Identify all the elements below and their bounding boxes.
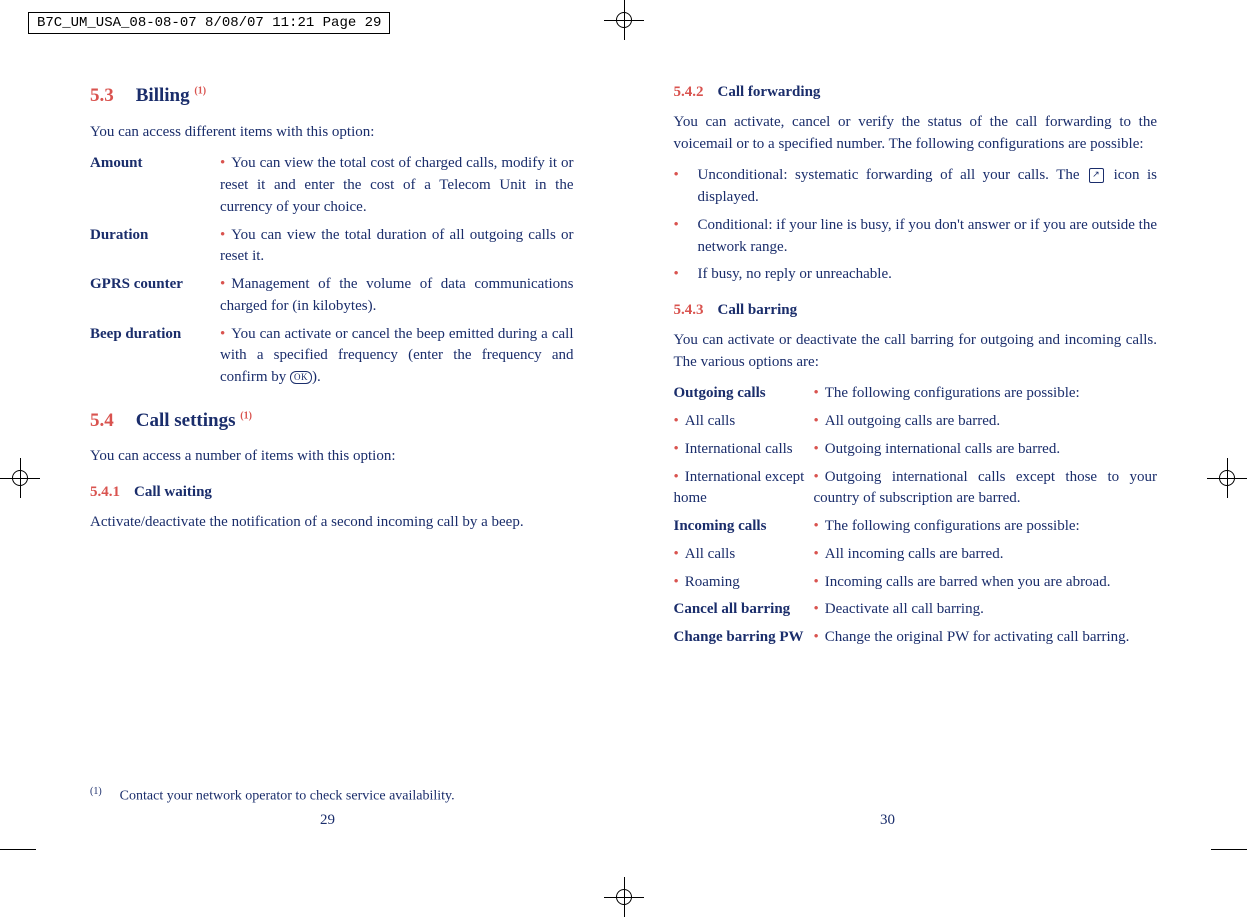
subsection-number: 5.4.3 (674, 302, 704, 318)
bullet-icon: • (674, 546, 679, 562)
definition-body: •Outgoing international calls are barred… (814, 439, 1158, 461)
definition-term: Outgoing calls (674, 383, 814, 405)
crop-line-right (1211, 849, 1247, 850)
heading-5-4: 5.4Call settings (1) (90, 407, 574, 435)
definition-term: •All calls (674, 544, 814, 566)
bullet-icon: • (220, 276, 225, 292)
registration-mark-top (604, 0, 644, 45)
definition-row: Amount•You can view the total cost of ch… (90, 153, 574, 218)
definition-body: •Incoming calls are barred when you are … (814, 572, 1158, 594)
registration-mark-right (1207, 458, 1247, 503)
definition-row: •All calls•All incoming calls are barred… (674, 544, 1158, 566)
definition-term: •Roaming (674, 572, 814, 594)
page-spread: 5.3Billing (1) You can access different … (90, 82, 1157, 655)
definition-row: •All calls•All outgoing calls are barred… (674, 411, 1158, 433)
bullet-icon: • (674, 469, 679, 485)
definition-body: •The following configurations are possib… (814, 383, 1158, 405)
definition-term: Duration (90, 225, 220, 269)
definition-row: Beep duration•You can activate or cancel… (90, 324, 574, 389)
definition-term: Amount (90, 153, 220, 218)
bullet-icon: • (220, 155, 225, 171)
definition-body: •The following configurations are possib… (814, 516, 1158, 538)
footnote: (1)Contact your network operator to chec… (90, 786, 455, 805)
body-5-4-3: You can activate or deactivate the call … (674, 330, 1158, 374)
bullet-icon: • (814, 601, 819, 617)
definition-row: Change barring PW•Change the original PW… (674, 627, 1158, 649)
heading-5-4-1: 5.4.1Call waiting (90, 482, 574, 504)
subsection-number: 5.4.2 (674, 84, 704, 100)
definition-term: •All calls (674, 411, 814, 433)
definition-body: •You can view the total duration of all … (220, 225, 574, 269)
intro-5-4: You can access a number of items with th… (90, 446, 574, 468)
page-left: 5.3Billing (1) You can access different … (90, 82, 574, 655)
definition-row: •International calls•Outgoing internatio… (674, 439, 1158, 461)
bullet-icon: • (814, 385, 819, 401)
definition-body: •You can view the total cost of charged … (220, 153, 574, 218)
definition-body: •Outgoing international calls except tho… (814, 467, 1158, 511)
list-item: •Unconditional: systematic forwarding of… (674, 165, 1158, 209)
bullet-icon: • (814, 469, 819, 485)
page-right: 5.4.2Call forwarding You can activate, c… (674, 82, 1158, 655)
definition-term: Incoming calls (674, 516, 814, 538)
list-5-4-2: •Unconditional: systematic forwarding of… (674, 165, 1158, 286)
crop-line-left (0, 849, 36, 850)
definition-body: •You can activate or cancel the beep emi… (220, 324, 574, 389)
bullet-icon: • (814, 413, 819, 429)
definition-row: Cancel all barring•Deactivate all call b… (674, 599, 1158, 621)
body-5-4-1: Activate/deactivate the notification of … (90, 512, 574, 534)
definition-row: Duration•You can view the total duration… (90, 225, 574, 269)
definition-term: Beep duration (90, 324, 220, 389)
bullet-icon: • (674, 574, 679, 590)
definition-body: •Deactivate all call barring. (814, 599, 1158, 621)
heading-5-4-2: 5.4.2Call forwarding (674, 82, 1158, 104)
bullet-icon: • (220, 227, 225, 243)
bullet-icon: • (814, 518, 819, 534)
subsection-number: 5.4.1 (90, 484, 120, 500)
bullet-icon: • (674, 441, 679, 457)
bullet-icon: • (674, 264, 692, 286)
ok-key-icon: OK (290, 371, 312, 384)
section-number: 5.4 (90, 410, 114, 431)
definition-term: •International calls (674, 439, 814, 461)
definition-term: •International except home (674, 467, 814, 511)
bullet-icon: • (814, 629, 819, 645)
bullet-icon: • (814, 574, 819, 590)
body-5-4-2: You can activate, cancel or verify the s… (674, 112, 1158, 156)
definition-row: •International except home•Outgoing inte… (674, 467, 1158, 511)
bullet-icon: • (220, 326, 225, 342)
definition-row: •Roaming•Incoming calls are barred when … (674, 572, 1158, 594)
registration-mark-bottom (604, 877, 644, 922)
intro-5-3: You can access different items with this… (90, 122, 574, 144)
call-forward-icon (1089, 168, 1104, 183)
definition-row: GPRS counter•Management of the volume of… (90, 274, 574, 318)
definition-term: GPRS counter (90, 274, 220, 318)
registration-mark-left (0, 458, 40, 503)
bullet-icon: • (814, 546, 819, 562)
heading-5-4-3: 5.4.3Call barring (674, 300, 1158, 322)
bullet-icon: • (674, 215, 692, 259)
page-number-right: 30 (880, 812, 895, 829)
list-item: •If busy, no reply or unreachable. (674, 264, 1158, 286)
definition-body: •All incoming calls are barred. (814, 544, 1158, 566)
definition-row: Incoming calls•The following configurati… (674, 516, 1158, 538)
section-number: 5.3 (90, 85, 114, 106)
list-item: •Conditional: if your line is busy, if y… (674, 215, 1158, 259)
definition-body: •Management of the volume of data commun… (220, 274, 574, 318)
bullet-icon: • (814, 441, 819, 457)
heading-5-3: 5.3Billing (1) (90, 82, 574, 110)
definition-term: Change barring PW (674, 627, 814, 649)
definition-row: Outgoing calls•The following configurati… (674, 383, 1158, 405)
bullet-icon: • (674, 413, 679, 429)
definition-body: •All outgoing calls are barred. (814, 411, 1158, 433)
bullet-icon: • (674, 165, 692, 209)
definition-body: •Change the original PW for activating c… (814, 627, 1158, 649)
page-number-left: 29 (320, 812, 335, 829)
printer-mark: B7C_UM_USA_08-08-07 8/08/07 11:21 Page 2… (28, 12, 390, 34)
definition-term: Cancel all barring (674, 599, 814, 621)
